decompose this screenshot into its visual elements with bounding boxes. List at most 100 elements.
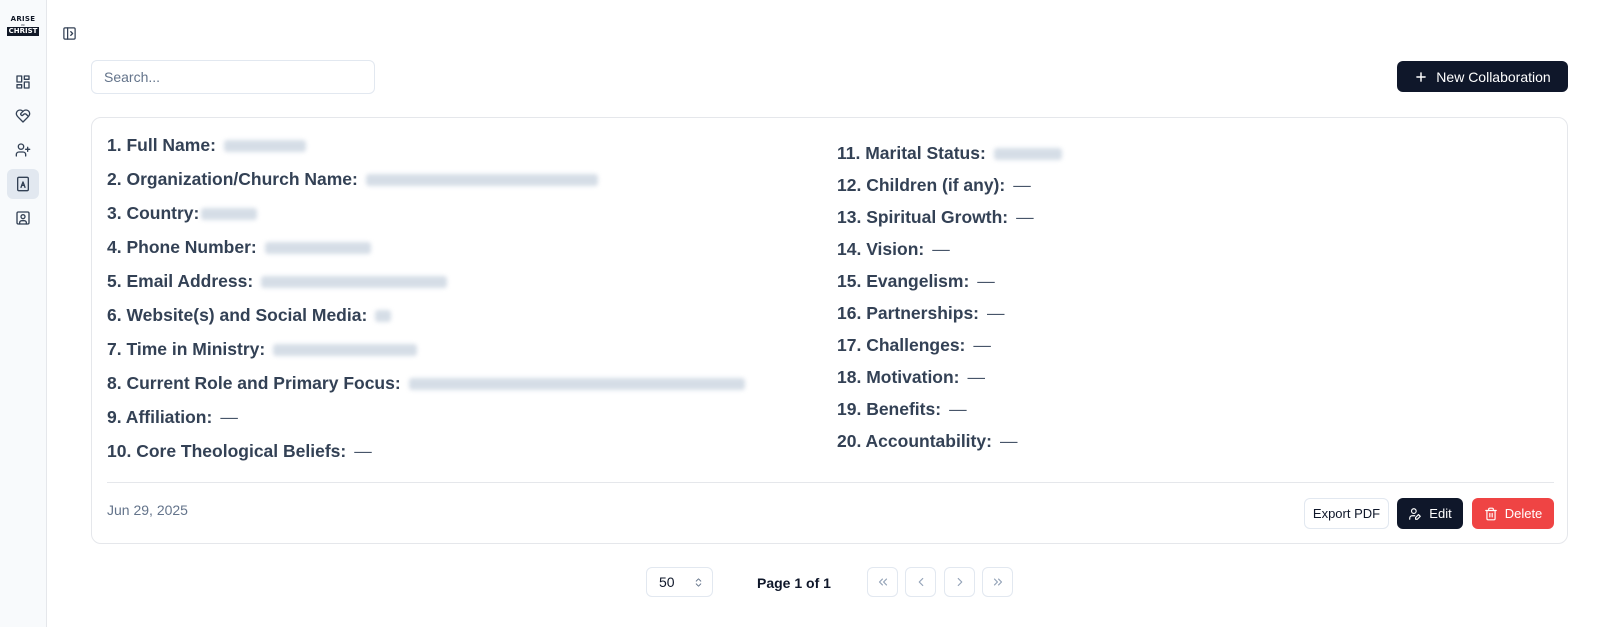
field-country: 3. Country:	[107, 203, 258, 224]
heart-handshake-icon	[15, 109, 31, 123]
field-value: —	[949, 399, 967, 419]
field-label: 15. Evangelism:	[837, 271, 970, 291]
delete-label: Delete	[1504, 506, 1543, 521]
app-logo[interactable]: ARISE IN CHRIST	[6, 15, 40, 43]
field-phone: 4. Phone Number:	[107, 237, 371, 258]
sidebar-item-users[interactable]	[7, 135, 39, 165]
field-value: —	[973, 335, 991, 355]
redacted-value	[201, 207, 258, 220]
app-root: ARISE IN CHRIST New Collaboration 1. Ful…	[0, 0, 1600, 627]
last-page-button[interactable]	[982, 567, 1013, 597]
trash-icon	[1484, 507, 1497, 520]
document-icon	[17, 176, 29, 192]
field-marital-status: 11. Marital Status:	[837, 143, 1062, 164]
new-collaboration-label: New Collaboration	[1436, 68, 1551, 85]
field-challenges: 17. Challenges: —	[837, 335, 991, 356]
sidebar-item-forms[interactable]	[7, 169, 39, 199]
logo-text-top: ARISE	[10, 15, 36, 23]
field-label: 8. Current Role and Primary Focus:	[107, 373, 401, 393]
page-info: Page 1 of 1	[757, 575, 831, 591]
field-value: —	[220, 407, 238, 427]
redacted-value	[261, 275, 448, 288]
field-current-role: 8. Current Role and Primary Focus:	[107, 373, 745, 394]
field-label: 12. Children (if any):	[837, 175, 1006, 195]
field-value: —	[1016, 207, 1034, 227]
redacted-value	[273, 343, 418, 356]
user-plus-icon	[15, 143, 31, 157]
plus-icon	[1416, 71, 1427, 82]
chevrons-up-down-icon	[695, 577, 701, 587]
chevron-left-icon	[918, 577, 923, 587]
chevron-right-icon	[957, 577, 962, 587]
field-email: 5. Email Address:	[107, 271, 448, 292]
first-page-button[interactable]	[867, 567, 898, 597]
field-label: 5. Email Address:	[107, 271, 254, 291]
field-value: —	[354, 441, 372, 461]
field-label: 3. Country:	[107, 203, 200, 223]
sidebar-item-dashboard[interactable]	[7, 67, 39, 97]
edit-button[interactable]: Edit	[1397, 498, 1463, 529]
export-pdf-button[interactable]: Export PDF	[1304, 498, 1389, 529]
field-label: 11. Marital Status:	[837, 143, 986, 163]
created-date: Jun 29, 2025	[107, 502, 188, 518]
contact-icon	[16, 211, 30, 225]
field-value: —	[967, 367, 986, 387]
field-label: 20. Accountability:	[837, 431, 992, 451]
delete-button[interactable]: Delete	[1472, 498, 1554, 529]
field-label: 13. Spiritual Growth:	[837, 207, 1009, 227]
search-input[interactable]	[91, 60, 375, 94]
field-label: 9. Affiliation:	[107, 407, 213, 427]
field-value: —	[999, 431, 1018, 451]
user-pen-icon	[1409, 507, 1422, 520]
field-label: 18. Motivation:	[837, 367, 960, 387]
next-page-button[interactable]	[944, 567, 975, 597]
field-value: —	[932, 239, 950, 259]
sidebar-toggle-button[interactable]	[60, 24, 78, 42]
page-size-value: 50	[659, 574, 675, 590]
field-value: —	[977, 271, 995, 291]
field-label: 6. Website(s) and Social Media:	[107, 305, 368, 325]
logo-text-bottom: CHRIST	[6, 27, 40, 36]
field-core-beliefs: 10. Core Theological Beliefs: —	[107, 441, 372, 462]
field-label: 4. Phone Number:	[107, 237, 257, 257]
redacted-value	[223, 139, 306, 152]
field-label: 1. Full Name:	[107, 135, 216, 155]
panel-left-icon	[62, 26, 76, 40]
chevrons-left-icon	[878, 578, 887, 586]
new-collaboration-button[interactable]: New Collaboration	[1397, 61, 1568, 92]
field-spiritual-growth: 13. Spiritual Growth: —	[837, 207, 1034, 228]
field-motivation: 18. Motivation: —	[837, 367, 985, 388]
field-children: 12. Children (if any): —	[837, 175, 1031, 196]
field-label: 19. Benefits:	[837, 399, 942, 419]
collaboration-card: 1. Full Name: 2. Organization/Church Nam…	[91, 117, 1568, 544]
sidebar: ARISE IN CHRIST	[0, 0, 47, 627]
field-time-in-ministry: 7. Time in Ministry:	[107, 339, 418, 360]
redacted-value	[365, 173, 598, 186]
redacted-value	[993, 147, 1062, 160]
card-divider	[107, 482, 1554, 483]
field-value: —	[987, 303, 1005, 323]
field-benefits: 19. Benefits: —	[837, 399, 967, 420]
field-affiliation: 9. Affiliation: —	[107, 407, 238, 428]
field-full-name: 1. Full Name:	[107, 135, 306, 156]
sidebar-item-collaborations[interactable]	[7, 101, 39, 131]
chevrons-right-icon	[993, 578, 1002, 586]
field-partnerships: 16. Partnerships: —	[837, 303, 1005, 324]
prev-page-button[interactable]	[905, 567, 936, 597]
field-label: 17. Challenges:	[837, 335, 966, 355]
redacted-value	[408, 377, 745, 390]
redacted-value	[264, 241, 371, 254]
field-value: —	[1013, 175, 1031, 195]
field-evangelism: 15. Evangelism: —	[837, 271, 995, 292]
sidebar-item-contacts[interactable]	[7, 203, 39, 233]
field-website: 6. Website(s) and Social Media:	[107, 305, 392, 326]
field-organization: 2. Organization/Church Name:	[107, 169, 598, 190]
field-label: 7. Time in Ministry:	[107, 339, 266, 359]
field-label: 2. Organization/Church Name:	[107, 169, 358, 189]
dashboard-icon	[16, 75, 30, 89]
field-label: 16. Partnerships:	[837, 303, 979, 323]
redacted-value	[375, 309, 392, 322]
page-size-select[interactable]: 50	[646, 567, 713, 597]
edit-label: Edit	[1429, 506, 1452, 521]
field-label: 10. Core Theological Beliefs:	[107, 441, 347, 461]
